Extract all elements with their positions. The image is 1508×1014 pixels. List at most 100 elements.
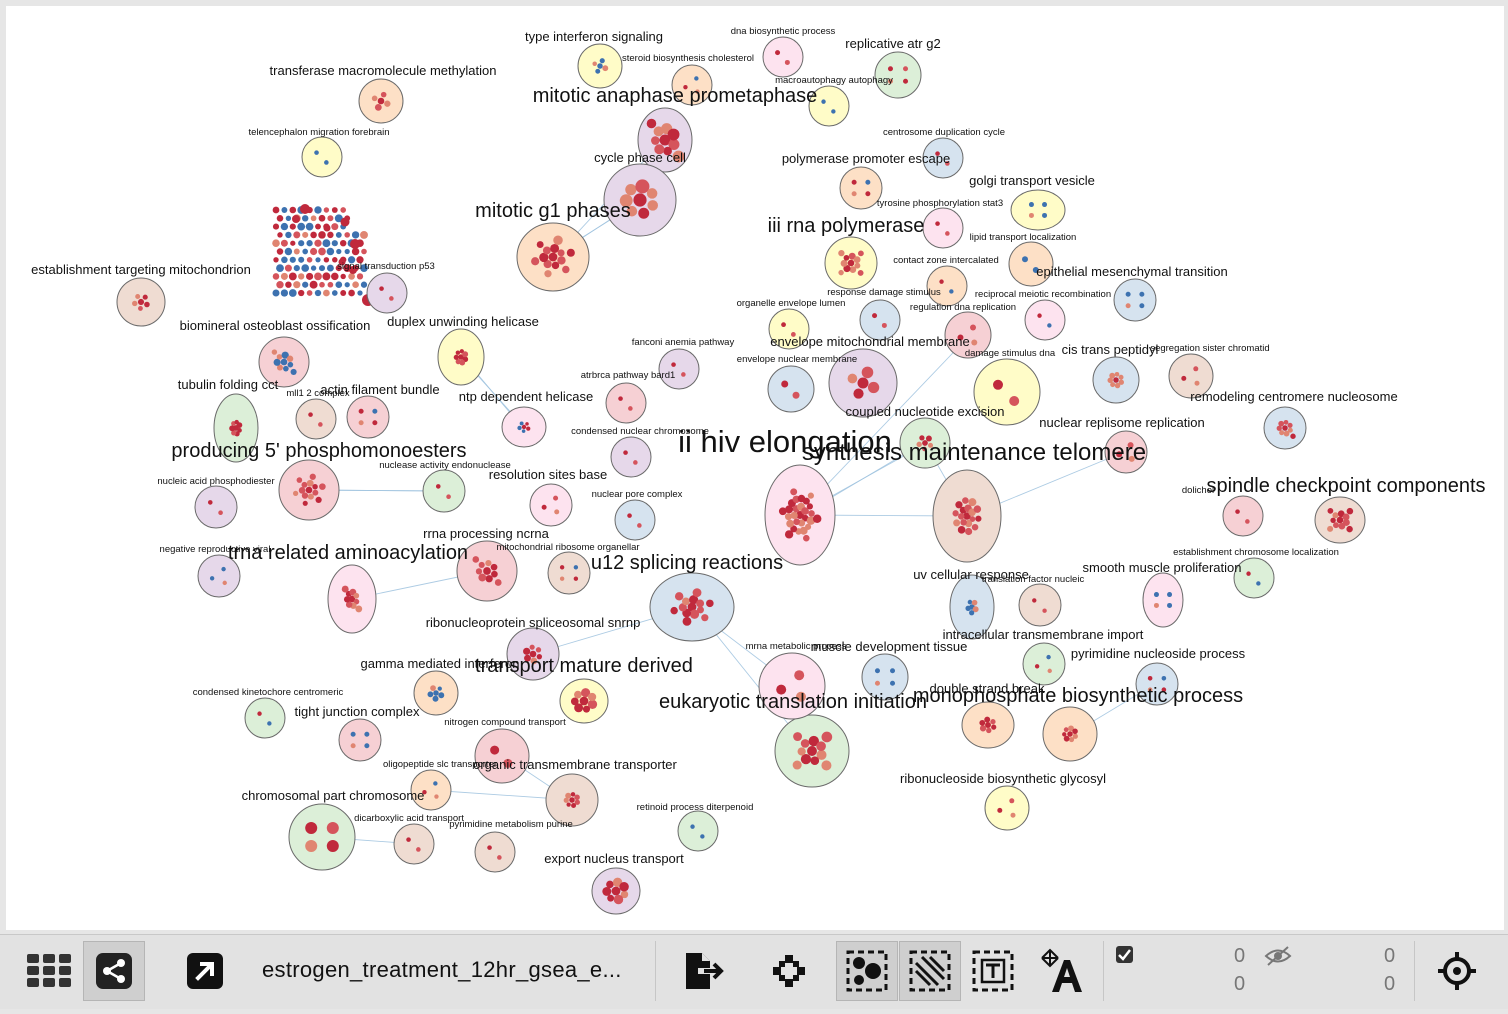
gene-node[interactable] <box>218 510 223 516</box>
gene-node[interactable] <box>293 231 301 239</box>
gene-node[interactable] <box>453 354 459 360</box>
cluster-node[interactable] <box>413 670 459 716</box>
gene-node[interactable] <box>1153 602 1159 608</box>
gene-node[interactable] <box>529 644 535 650</box>
gene-node[interactable] <box>694 76 699 81</box>
gene-node[interactable] <box>969 610 975 616</box>
gene-node[interactable] <box>327 281 334 288</box>
gene-node[interactable] <box>340 290 347 296</box>
gene-node[interactable] <box>358 408 364 414</box>
gene-node[interactable] <box>497 855 502 860</box>
gene-node[interactable] <box>308 412 313 417</box>
gene-node[interactable] <box>430 685 436 691</box>
gene-node[interactable] <box>821 99 826 104</box>
gene-node[interactable] <box>289 256 296 263</box>
gene-node[interactable] <box>138 305 143 311</box>
gene-node[interactable] <box>953 519 961 527</box>
cluster-node[interactable] <box>605 382 647 424</box>
cluster-node[interactable] <box>839 166 883 210</box>
recenter-button[interactable] <box>1426 941 1488 1001</box>
gene-node[interactable] <box>284 247 293 256</box>
gene-node[interactable] <box>784 59 790 65</box>
cluster-node[interactable] <box>474 831 516 873</box>
gene-node[interactable] <box>314 150 319 155</box>
gene-node[interactable] <box>903 78 909 84</box>
gene-node[interactable] <box>209 576 215 581</box>
gene-node[interactable] <box>326 247 335 256</box>
cluster-node[interactable] <box>422 469 466 513</box>
gene-node[interactable] <box>307 493 314 500</box>
gene-node[interactable] <box>806 503 813 510</box>
cluster-bubble[interactable] <box>474 728 530 784</box>
gene-node[interactable] <box>838 269 844 276</box>
gene-node[interactable] <box>301 215 309 222</box>
cluster-bubble[interactable] <box>529 483 573 527</box>
gene-node[interactable] <box>298 240 305 247</box>
select-edges-button[interactable] <box>899 941 961 1001</box>
gene-node[interactable] <box>1063 735 1070 742</box>
gene-node[interactable] <box>781 322 786 328</box>
cluster-node[interactable] <box>1042 706 1098 762</box>
export-button[interactable] <box>670 941 732 1001</box>
gene-node[interactable] <box>613 894 624 905</box>
gene-node[interactable] <box>550 243 560 253</box>
cluster-bubble[interactable] <box>677 810 719 852</box>
cluster-node[interactable] <box>961 701 1015 749</box>
gene-node[interactable] <box>297 222 306 231</box>
gene-node[interactable] <box>384 100 391 107</box>
gene-node[interactable] <box>670 606 678 615</box>
cluster-bubble[interactable] <box>244 697 286 739</box>
open-external-button[interactable] <box>174 941 236 1001</box>
cluster-bubble[interactable] <box>338 718 382 762</box>
gene-node[interactable] <box>335 231 342 238</box>
gene-node[interactable] <box>881 322 887 328</box>
gene-node[interactable] <box>553 235 563 246</box>
cluster-bubble[interactable] <box>346 395 390 439</box>
gene-node[interactable] <box>1330 517 1336 524</box>
gene-node[interactable] <box>1114 382 1121 389</box>
gene-node[interactable] <box>281 207 288 213</box>
gene-node[interactable] <box>276 248 284 255</box>
cluster-node[interactable] <box>244 697 286 739</box>
gene-node[interactable] <box>775 50 781 56</box>
gene-node[interactable] <box>861 366 874 379</box>
cluster-node[interactable] <box>295 398 337 440</box>
gene-node[interactable] <box>521 424 527 430</box>
gene-node[interactable] <box>812 514 822 524</box>
cluster-node[interactable] <box>658 348 700 390</box>
gene-node[interactable] <box>272 206 280 214</box>
text-size-button[interactable] <box>1030 941 1092 1001</box>
gene-node[interactable] <box>350 731 356 737</box>
gene-node[interactable] <box>434 794 439 799</box>
gene-node[interactable] <box>1067 731 1073 737</box>
gene-node[interactable] <box>1037 313 1042 318</box>
gene-node[interactable] <box>276 354 283 360</box>
gene-node[interactable] <box>341 585 349 593</box>
gene-node[interactable] <box>323 207 330 213</box>
gene-node[interactable] <box>300 204 310 214</box>
gene-node[interactable] <box>692 588 702 598</box>
gene-node[interactable] <box>984 716 991 723</box>
cluster-bubble[interactable] <box>1142 572 1184 628</box>
gene-node[interactable] <box>696 599 705 608</box>
gene-node[interactable] <box>1042 212 1048 218</box>
gene-node[interactable] <box>289 206 297 214</box>
gene-node[interactable] <box>344 248 350 255</box>
gene-node[interactable] <box>810 756 820 766</box>
gene-node[interactable] <box>602 886 612 896</box>
cluster-bubble[interactable] <box>839 166 883 210</box>
gene-node[interactable] <box>797 747 806 756</box>
gene-node[interactable] <box>319 483 326 490</box>
gene-node[interactable] <box>348 273 355 280</box>
cluster-node[interactable] <box>346 395 390 439</box>
gene-node[interactable] <box>949 289 954 294</box>
gene-node[interactable] <box>331 207 338 213</box>
gene-node[interactable] <box>1009 396 1020 406</box>
gene-node[interactable] <box>285 281 292 288</box>
gene-node[interactable] <box>887 66 893 72</box>
gene-node[interactable] <box>280 272 288 280</box>
gene-node[interactable] <box>353 592 360 599</box>
gene-node[interactable] <box>267 721 272 726</box>
gene-node[interactable] <box>682 597 690 606</box>
gene-node[interactable] <box>298 273 305 280</box>
